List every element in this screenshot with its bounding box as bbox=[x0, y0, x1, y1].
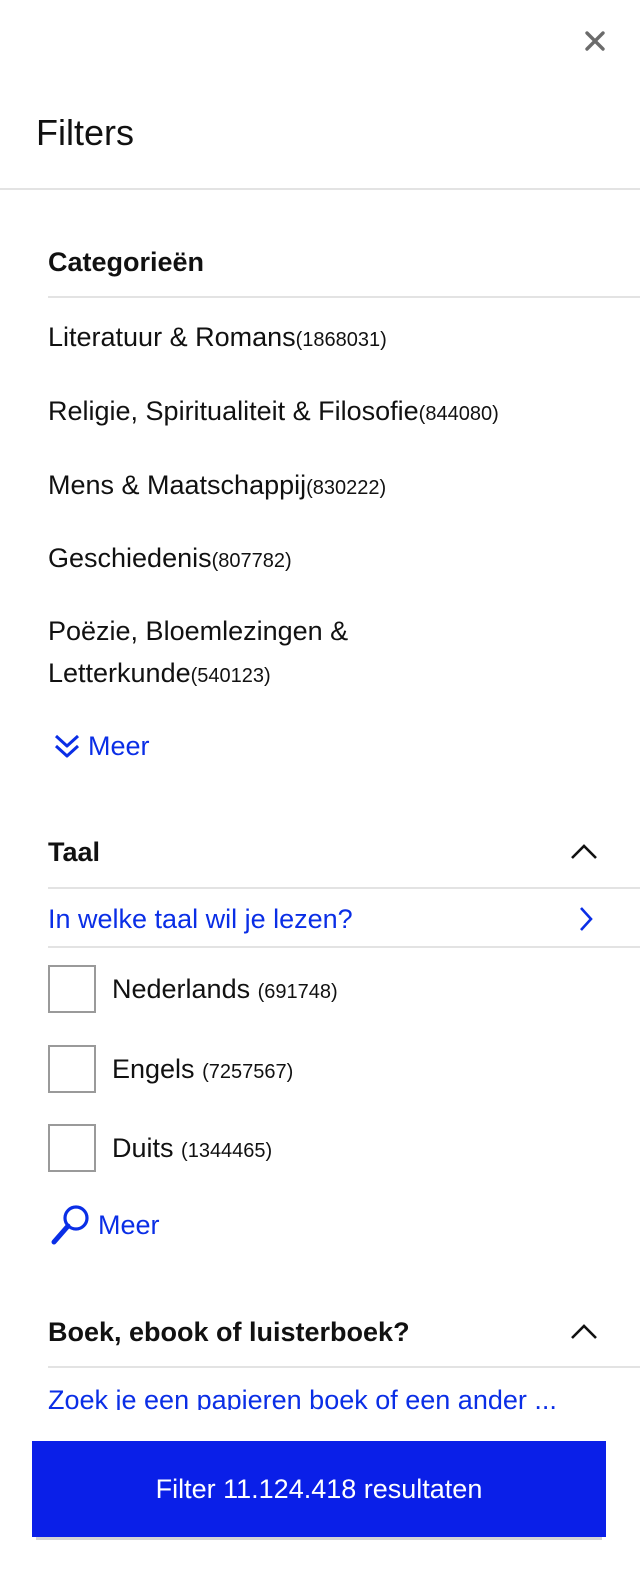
category-label: Religie, Spiritualiteit & Filosofie bbox=[48, 396, 419, 426]
language-option-label: Engels (7257567) bbox=[112, 1054, 293, 1085]
language-prompt-divider bbox=[48, 946, 640, 948]
checkbox[interactable] bbox=[48, 1124, 96, 1172]
category-item[interactable]: Literatuur & Romans(1868031) bbox=[48, 316, 568, 361]
category-count: (807782) bbox=[211, 550, 292, 572]
categories-more-link[interactable]: Meer bbox=[52, 726, 150, 766]
page-title: Filters bbox=[36, 112, 134, 153]
format-divider bbox=[48, 1366, 640, 1368]
language-option-label: Nederlands (691748) bbox=[112, 974, 338, 1005]
language-option[interactable]: Engels (7257567) bbox=[48, 1045, 293, 1093]
category-item[interactable]: Poëzie, Bloemlezingen & Letterkunde(5401… bbox=[48, 610, 408, 697]
language-divider bbox=[48, 887, 640, 889]
category-count: (830222) bbox=[306, 477, 387, 499]
language-title: Taal bbox=[48, 836, 101, 867]
double-chevron-down-icon bbox=[54, 734, 80, 758]
close-icon bbox=[585, 31, 605, 51]
category-item[interactable]: Geschiedenis(807782) bbox=[48, 537, 568, 582]
chevron-up-icon[interactable] bbox=[568, 836, 600, 868]
categories-more-label: Meer bbox=[88, 730, 150, 761]
category-label: Geschiedenis bbox=[48, 543, 212, 573]
language-header[interactable]: Taal bbox=[48, 830, 640, 874]
categories-title: Categorieën bbox=[48, 246, 205, 277]
chevron-right-icon bbox=[578, 905, 594, 933]
search-icon bbox=[51, 1205, 89, 1245]
button-shadow bbox=[36, 1537, 602, 1540]
close-button[interactable] bbox=[578, 24, 612, 58]
format-header[interactable]: Boek, ebook of luisterboek? bbox=[48, 1310, 640, 1354]
language-name: Nederlands bbox=[112, 973, 251, 1004]
chevron-up-icon[interactable] bbox=[568, 1316, 600, 1348]
format-prompt-link[interactable]: Zoek je een papieren boek of een ander .… bbox=[48, 1380, 608, 1410]
language-prompt-link[interactable]: In welke taal wil je lezen? bbox=[48, 892, 640, 946]
checkbox[interactable] bbox=[48, 1045, 96, 1093]
title-divider bbox=[0, 188, 640, 190]
category-item[interactable]: Religie, Spiritualiteit & Filosofie(8440… bbox=[48, 390, 568, 435]
language-name: Engels bbox=[112, 1053, 195, 1084]
category-count: (1868031) bbox=[295, 329, 387, 351]
language-count: (691748) bbox=[257, 980, 338, 1003]
format-title: Boek, ebook of luisterboek? bbox=[48, 1316, 410, 1347]
category-label: Mens & Maatschappij bbox=[48, 470, 307, 500]
language-prompt-label: In welke taal wil je lezen? bbox=[48, 903, 353, 934]
language-option[interactable]: Nederlands (691748) bbox=[48, 965, 338, 1013]
language-count: (7257567) bbox=[202, 1060, 294, 1083]
language-name: Duits bbox=[112, 1132, 174, 1163]
language-more-link[interactable]: Meer bbox=[50, 1202, 160, 1248]
filter-results-button[interactable]: Filter 11.124.418 resultaten bbox=[32, 1441, 606, 1537]
language-option[interactable]: Duits (1344465) bbox=[48, 1124, 272, 1172]
language-more-label: Meer bbox=[98, 1209, 160, 1240]
category-item[interactable]: Mens & Maatschappij(830222) bbox=[48, 464, 568, 509]
language-count: (1344465) bbox=[181, 1139, 273, 1162]
categories-header: Categorieën bbox=[48, 240, 640, 284]
category-count: (844080) bbox=[418, 403, 499, 425]
language-option-label: Duits (1344465) bbox=[112, 1133, 272, 1164]
category-label: Literatuur & Romans bbox=[48, 322, 296, 352]
categories-divider bbox=[48, 296, 640, 298]
checkbox[interactable] bbox=[48, 965, 96, 1013]
category-count: (540123) bbox=[190, 665, 271, 687]
